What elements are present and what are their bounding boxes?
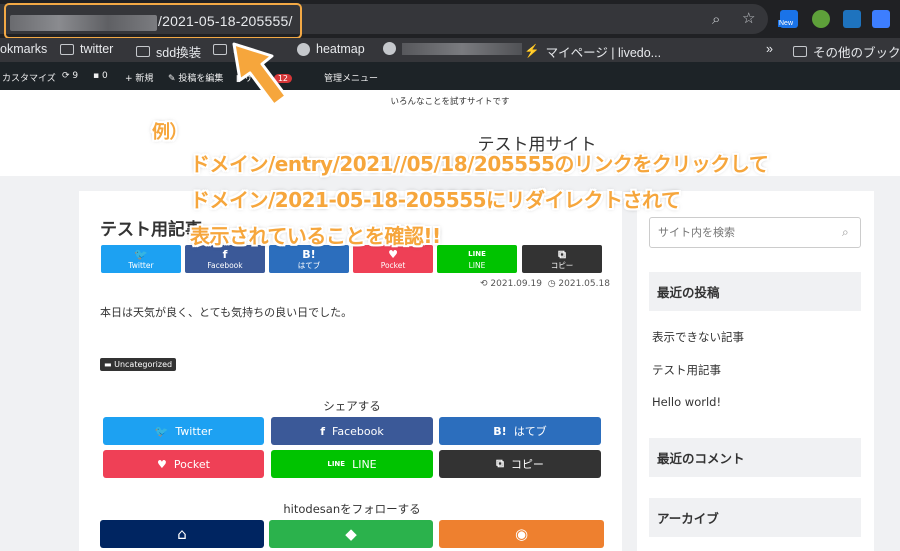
wp-customize[interactable]: カスタマイズ — [2, 71, 56, 84]
share-large-pocket-button[interactable]: ♥ Pocket — [103, 450, 264, 478]
share-hatena-button[interactable]: B! はてブ — [269, 245, 349, 273]
clock-icon: ◷ — [547, 279, 556, 289]
livedoor-icon: ⚡ — [524, 44, 540, 58]
url-highlight-box — [4, 3, 302, 39]
share-large-hatena-button[interactable]: B! はてブ — [439, 417, 601, 445]
hatena-icon: B! — [302, 248, 316, 261]
pencil-icon: ✎ — [168, 74, 176, 84]
share-large-facebook-button[interactable]: f Facebook — [271, 417, 433, 445]
wp-admin-bar: カスタマイズ ⟳ 9 ▪ 0 + 新規 ✎ 投稿を編集 ▮ サイト12 管理メニ… — [0, 62, 900, 90]
updated-date: 2021.09.19 — [490, 279, 542, 289]
annotation-line-2: ドメイン/2021-05-18-205555にリダイレクトされて — [190, 188, 681, 212]
folder-icon — [793, 46, 807, 57]
bookmark-folder-sdd[interactable]: sdd換装 — [136, 42, 201, 61]
post-dates: ⟲ 2021.09.19 ◷ 2021.05.18 — [480, 279, 610, 289]
bookmark-other-folder[interactable]: その他のブックマ — [793, 42, 900, 61]
wp-comments[interactable]: ▪ 0 — [93, 71, 108, 81]
wp-updates[interactable]: ⟳ 9 — [62, 71, 78, 81]
facebook-icon: f — [320, 424, 326, 438]
bookmark-blurred[interactable] — [383, 42, 522, 55]
bookmark-livedoor[interactable]: ⚡ マイページ | livedo... — [524, 42, 661, 61]
copy-icon: ⧉ — [558, 248, 566, 261]
share-large-copy-button[interactable]: ⧉ コピー — [439, 450, 601, 478]
globe-icon — [383, 42, 396, 55]
puzzle-extension-icon[interactable] — [812, 10, 830, 28]
follow-rss-button[interactable]: ◉ — [439, 520, 604, 548]
share-copy-button[interactable]: ⧉ コピー — [522, 245, 602, 273]
article-title: テスト用記事 — [100, 220, 202, 240]
twitter-icon: 🐦 — [154, 424, 169, 438]
hatena-icon: B! — [493, 424, 507, 438]
copy-icon: ⧉ — [496, 457, 504, 470]
line-icon: LINE — [468, 250, 486, 258]
recent-post-link[interactable]: Hello world! — [652, 395, 721, 409]
published-date: 2021.05.18 — [558, 279, 610, 289]
wp-new[interactable]: + 新規 — [125, 71, 153, 84]
comment-icon: ▪ — [93, 71, 100, 81]
rss-icon: ◉ — [514, 525, 529, 543]
update-icon: ⟲ — [480, 279, 488, 289]
follow-home-button[interactable]: ⌂ — [100, 520, 264, 548]
archive-heading: アーカイブ — [649, 498, 861, 537]
browser-toolbar: /2021-05-18-205555/ ⌕ ☆ New — [0, 0, 900, 39]
share-twitter-button[interactable]: 🐦 Twitter — [101, 245, 181, 273]
recent-post-link[interactable]: テスト用記事 — [652, 362, 721, 378]
recent-comments-heading: 最近のコメント — [649, 438, 861, 477]
search-input[interactable] — [649, 217, 861, 248]
share-line-button[interactable]: LINE LINE — [437, 245, 517, 273]
follow-heading: hitodesanをフォローする — [283, 502, 421, 516]
pocket-icon: ♥ — [388, 248, 398, 261]
recent-post-link[interactable]: 表示できない記事 — [652, 329, 744, 345]
facebook-icon: f — [222, 248, 228, 261]
annotation-line-1: ドメイン/entry/2021//05/18/205555のリンクをクリックして — [190, 152, 769, 176]
share-pocket-button[interactable]: ♥ Pocket — [353, 245, 433, 273]
hatena-extension-icon[interactable] — [843, 10, 861, 28]
folder-icon — [60, 43, 74, 55]
share-large-twitter-button[interactable]: 🐦 Twitter — [103, 417, 264, 445]
category-label[interactable]: ▬ Uncategorized — [100, 358, 177, 371]
recent-posts-heading: 最近の投稿 — [649, 272, 861, 311]
folder-icon: ▬ — [104, 360, 112, 369]
bookmark-item[interactable]: okmarks — [0, 42, 47, 56]
article-body: 本日は天気が良く、とても気持ちの良い日でした。 — [100, 306, 353, 319]
folder-icon — [213, 43, 227, 55]
bookmark-heatmap[interactable]: heatmap — [297, 42, 365, 56]
wp-admin-menu[interactable]: 管理メニュー — [324, 71, 378, 84]
share-heading: シェアする — [323, 399, 381, 413]
refresh-icon: ⟳ — [62, 71, 70, 81]
annotation-example-label: 例） — [152, 122, 188, 143]
extension-icon[interactable] — [872, 10, 890, 28]
zoom-icon[interactable]: ⌕ — [712, 10, 720, 28]
feedly-icon: ◆ — [345, 525, 357, 543]
globe-icon — [297, 42, 310, 56]
share-large-line-button[interactable]: LINE LINE — [271, 450, 433, 478]
star-bookmark-icon[interactable]: ☆ — [742, 9, 755, 27]
home-icon: ⌂ — [177, 525, 187, 543]
search-icon[interactable]: ⌕ — [842, 225, 849, 240]
wp-edit-post[interactable]: ✎ 投稿を編集 — [168, 71, 223, 84]
bookmarks-bar: okmarks twitter sdd換装 il heatmap ⚡マイページ … — [0, 38, 900, 62]
follow-feedly-button[interactable]: ◆ — [269, 520, 433, 548]
extension-new-icon[interactable]: New — [778, 10, 798, 28]
bookmarks-overflow-button[interactable]: » — [766, 42, 773, 56]
twitter-icon: 🐦 — [134, 248, 148, 261]
pocket-icon: ♥ — [157, 457, 167, 471]
folder-icon — [136, 46, 150, 57]
bookmark-folder-twitter[interactable]: twitter — [60, 42, 113, 56]
annotation-line-3: 表示されていることを確認!! — [190, 224, 441, 248]
line-icon: LINE — [327, 460, 346, 468]
share-facebook-button[interactable]: f Facebook — [185, 245, 265, 273]
annotation-arrow-icon — [232, 42, 288, 107]
plus-icon: + — [125, 74, 133, 84]
site-tagline: いろんなことを試すサイトです — [390, 97, 510, 107]
